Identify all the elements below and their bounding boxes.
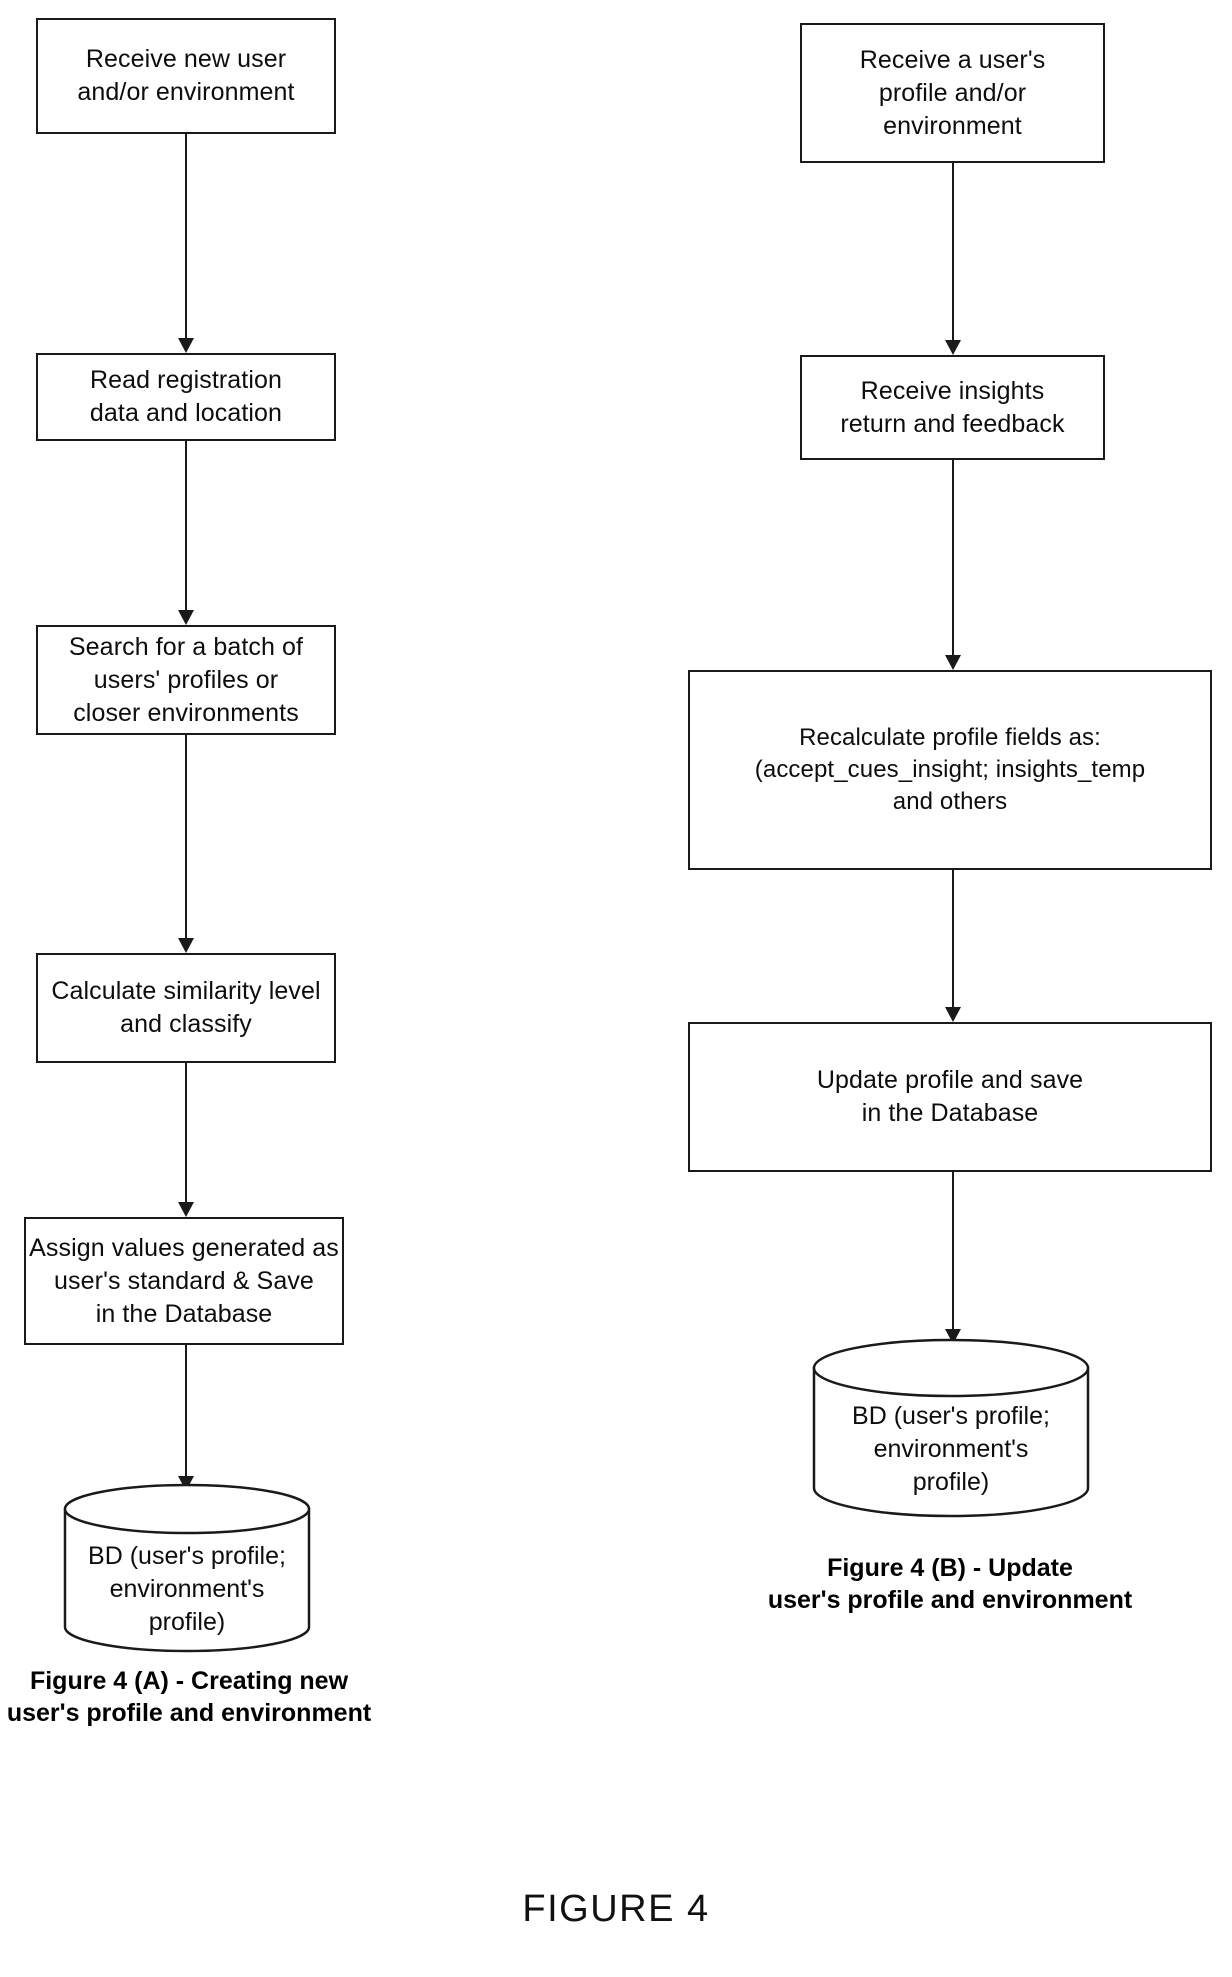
node-label: Receive a user's profile and/or environm… <box>859 45 1046 140</box>
database-node-bd-left: BD (user's profile; environment's profil… <box>63 1483 311 1653</box>
node-label: Search for a batch of users' profiles or… <box>68 632 304 727</box>
arrow-b1-b2 <box>918 163 988 355</box>
caption-figure-4a: Figure 4 (A) - Creating new user's profi… <box>6 1667 372 1727</box>
database-label: BD (user's profile; environment's profil… <box>852 1402 1050 1496</box>
process-node-calculate-similarity: Calculate similarity level and classify <box>36 953 336 1063</box>
database-label: BD (user's profile; environment's profil… <box>88 1542 286 1636</box>
node-label: Recalculate profile fields as: (accept_c… <box>754 724 1146 815</box>
node-label: Calculate similarity level and classify <box>51 977 321 1038</box>
caption-figure-4b: Figure 4 (B) - Update user's profile and… <box>767 1554 1133 1614</box>
process-node-read-registration: Read registration data and location <box>36 353 336 441</box>
process-node-recalculate-profile-fields: Recalculate profile fields as: (accept_c… <box>688 670 1212 870</box>
arrow-b2-b3 <box>918 460 988 670</box>
node-label: Receive insights return and feedback <box>840 376 1065 438</box>
node-label: Receive new user and/or environment <box>77 45 295 106</box>
process-node-update-profile-save: Update profile and save in the Database <box>688 1022 1212 1172</box>
arrow-a3-a4 <box>151 735 221 953</box>
node-label: Update profile and save in the Database <box>816 1066 1084 1127</box>
node-label: Read registration data and location <box>89 366 283 427</box>
process-node-receive-new-user: Receive new user and/or environment <box>36 18 336 134</box>
figure-page: Receive new user and/or environment Read… <box>0 0 1232 1977</box>
process-node-search-batch: Search for a batch of users' profiles or… <box>36 625 336 735</box>
arrow-b4-b5 <box>918 1172 988 1344</box>
arrow-a2-a3 <box>151 441 221 625</box>
arrow-a5-a6 <box>151 1345 221 1491</box>
database-node-bd-right: BD (user's profile; environment's profil… <box>812 1338 1090 1518</box>
arrow-a4-a5 <box>151 1063 221 1217</box>
node-label: Assign values generated as user's standa… <box>29 1233 339 1328</box>
process-node-assign-values: Assign values generated as user's standa… <box>24 1217 344 1345</box>
arrow-b3-b4 <box>918 870 988 1022</box>
process-node-receive-insights: Receive insights return and feedback <box>800 355 1105 460</box>
process-node-receive-user-profile: Receive a user's profile and/or environm… <box>800 23 1105 163</box>
arrow-a1-a2 <box>151 134 221 353</box>
figure-title: FIGURE 4 <box>522 1888 710 1930</box>
